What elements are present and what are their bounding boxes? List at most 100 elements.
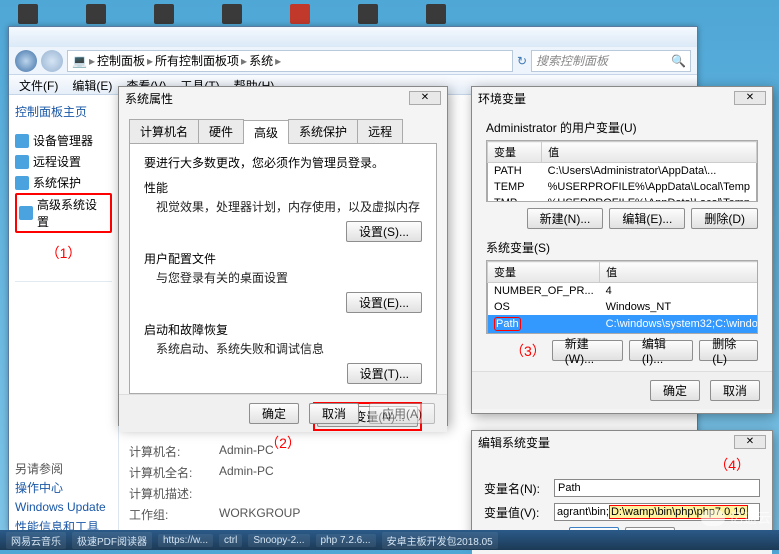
new-sys-button[interactable]: 新建(W)...: [552, 340, 623, 361]
breadcrumb-item[interactable]: 所有控制面板项: [155, 52, 239, 69]
search-input[interactable]: 搜索控制面板 🔍: [531, 50, 691, 72]
tab-hardware[interactable]: 硬件: [198, 119, 244, 143]
new-user-button[interactable]: 新建(N)...: [527, 208, 604, 229]
ok-button[interactable]: 确定: [650, 380, 700, 401]
tab-protection[interactable]: 系统保护: [288, 119, 358, 143]
link-action-center[interactable]: 操作中心: [15, 477, 112, 498]
shield-icon: [15, 155, 29, 169]
col-variable[interactable]: 变量: [488, 142, 542, 163]
edit-user-button[interactable]: 编辑(E)...: [609, 208, 685, 229]
table-row-selected: PathC:\windows\system32;C:\windows;...: [488, 315, 759, 333]
desktop-icons: [0, 0, 779, 28]
intro-text: 要进行大多数更改，您必须作为管理员登录。: [144, 154, 422, 171]
annotation-1: （1）: [15, 243, 112, 263]
dialog-titlebar[interactable]: 环境变量 ✕: [472, 87, 772, 109]
nav-back-button[interactable]: [15, 50, 37, 72]
refresh-icon[interactable]: ↻: [517, 54, 527, 68]
edit-sys-button[interactable]: 编辑(I)...: [629, 340, 693, 361]
annotation-4: （4）: [484, 455, 750, 475]
desktop-icon[interactable]: [154, 4, 174, 24]
table-row: PATHEXT.COM;.EXE;.BAT;.CMD;.VBS;.VBE;...: [488, 333, 759, 334]
sidebar-item-device-manager[interactable]: 设备管理器: [15, 130, 112, 151]
taskbar[interactable]: 网易云音乐 极速PDF阅读器 https://w... ctrl Snoopy-…: [0, 530, 779, 550]
search-placeholder: 搜索控制面板: [536, 52, 608, 69]
user-vars-table[interactable]: 变量值 PATHC:\Users\Administrator\AppData\.…: [487, 141, 757, 202]
link-windows-update[interactable]: Windows Update: [15, 498, 112, 516]
apply-button[interactable]: 应用(A): [369, 403, 435, 424]
explorer-titlebar[interactable]: [9, 27, 697, 47]
menu-file[interactable]: 文件(F): [19, 77, 58, 92]
dialog-title: 环境变量: [478, 90, 526, 107]
dialog-titlebar[interactable]: 系统属性 ✕: [119, 87, 447, 109]
user-vars-label: Administrator 的用户变量(U): [486, 119, 758, 136]
perf-header: 性能: [144, 179, 422, 196]
dialog-title: 编辑系统变量: [478, 434, 550, 451]
cancel-button[interactable]: 取消: [309, 403, 359, 424]
table-row: TMP%USERPROFILE%\AppData\Local\Temp: [488, 195, 757, 202]
col-value[interactable]: 值: [542, 142, 757, 163]
nav-forward-button[interactable]: [41, 50, 63, 72]
desktop-icon[interactable]: [86, 4, 106, 24]
sys-vars-label: 系统变量(S): [486, 239, 758, 256]
taskbar-item[interactable]: php 7.2.6...: [316, 534, 376, 547]
profile-settings-button[interactable]: 设置(E)...: [346, 292, 422, 313]
desktop-icon[interactable]: [222, 4, 242, 24]
boot-settings-button[interactable]: 设置(T)...: [347, 363, 422, 384]
sidebar-item-protection[interactable]: 系统保护: [15, 172, 112, 193]
close-button[interactable]: ✕: [734, 435, 766, 449]
table-row: PATHC:\Users\Administrator\AppData\...: [488, 163, 757, 180]
menu-edit[interactable]: 编辑(E): [72, 77, 112, 92]
taskbar-item[interactable]: 网易云音乐: [6, 532, 66, 549]
breadcrumb-item[interactable]: 系统: [249, 52, 273, 69]
tab-remote[interactable]: 远程: [357, 119, 403, 143]
taskbar-item[interactable]: Snoopy-2...: [248, 534, 309, 547]
sidebar-item-remote[interactable]: 远程设置: [15, 151, 112, 172]
perf-settings-button[interactable]: 设置(S)...: [346, 221, 422, 242]
taskbar-item[interactable]: 安卓主板开发包2018.05: [382, 532, 498, 549]
var-name-label: 变量名(N):: [484, 480, 544, 497]
desktop-icon[interactable]: [18, 4, 38, 24]
tab-computer-name[interactable]: 计算机名: [129, 119, 199, 143]
sidebar-item-advanced[interactable]: 高级系统设置: [15, 193, 112, 233]
var-name-input[interactable]: [554, 479, 760, 497]
shield-icon: [15, 134, 29, 148]
cancel-button[interactable]: 取消: [710, 380, 760, 401]
taskbar-item[interactable]: https://w...: [158, 534, 213, 547]
shield-icon: [15, 176, 29, 190]
taskbar-item[interactable]: 极速PDF阅读器: [72, 532, 152, 549]
see-also-header: 另请参阅: [15, 460, 112, 477]
desktop-icon[interactable]: [290, 4, 310, 24]
tab-advanced[interactable]: 高级: [243, 120, 289, 144]
taskbar-item[interactable]: ctrl: [219, 534, 242, 547]
annotation-2: （2）: [144, 433, 422, 453]
sys-vars-table[interactable]: 变量值 NUMBER_OF_PR...4 OSWindows_NT PathC:…: [487, 261, 758, 334]
col-value[interactable]: 值: [600, 262, 758, 283]
breadcrumb-item[interactable]: 控制面板: [97, 52, 145, 69]
delete-sys-button[interactable]: 删除(L): [699, 340, 758, 361]
cloud-icon: [701, 510, 725, 526]
dialog-body: 要进行大多数更改，您必须作为管理员登录。 性能 视觉效果，处理器计划，内存使用，…: [129, 144, 437, 394]
sidebar-title[interactable]: 控制面板主页: [15, 103, 112, 120]
close-button[interactable]: ✕: [409, 91, 441, 105]
system-properties-dialog: 系统属性 ✕ 计算机名 硬件 高级 系统保护 远程 要进行大多数更改，您必须作为…: [118, 86, 448, 426]
breadcrumb-icon: 💻: [72, 54, 87, 68]
table-row: OSWindows_NT: [488, 299, 759, 315]
profile-text: 与您登录有关的桌面设置: [144, 267, 422, 292]
dialog-titlebar[interactable]: 编辑系统变量 ✕: [472, 431, 772, 453]
close-button[interactable]: ✕: [734, 91, 766, 105]
desktop-icon[interactable]: [358, 4, 378, 24]
profile-header: 用户配置文件: [144, 250, 422, 267]
ok-button[interactable]: 确定: [249, 403, 299, 424]
tab-strip: 计算机名 硬件 高级 系统保护 远程: [129, 115, 437, 144]
col-variable[interactable]: 变量: [488, 262, 600, 283]
boot-header: 启动和故障恢复: [144, 321, 422, 338]
search-icon: 🔍: [671, 54, 686, 68]
perf-text: 视觉效果，处理器计划，内存使用，以及虚拟内存: [144, 196, 422, 221]
dialog-title: 系统属性: [125, 90, 173, 107]
explorer-address-bar: 💻▸ 控制面板▸ 所有控制面板项▸ 系统▸ ↻ 搜索控制面板 🔍: [9, 47, 697, 75]
dialog-buttons: 确定 取消: [472, 371, 772, 409]
boot-text: 系统启动、系统失败和调试信息: [144, 338, 422, 363]
breadcrumb[interactable]: 💻▸ 控制面板▸ 所有控制面板项▸ 系统▸: [67, 50, 513, 72]
desktop-icon[interactable]: [426, 4, 446, 24]
delete-user-button[interactable]: 删除(D): [691, 208, 758, 229]
